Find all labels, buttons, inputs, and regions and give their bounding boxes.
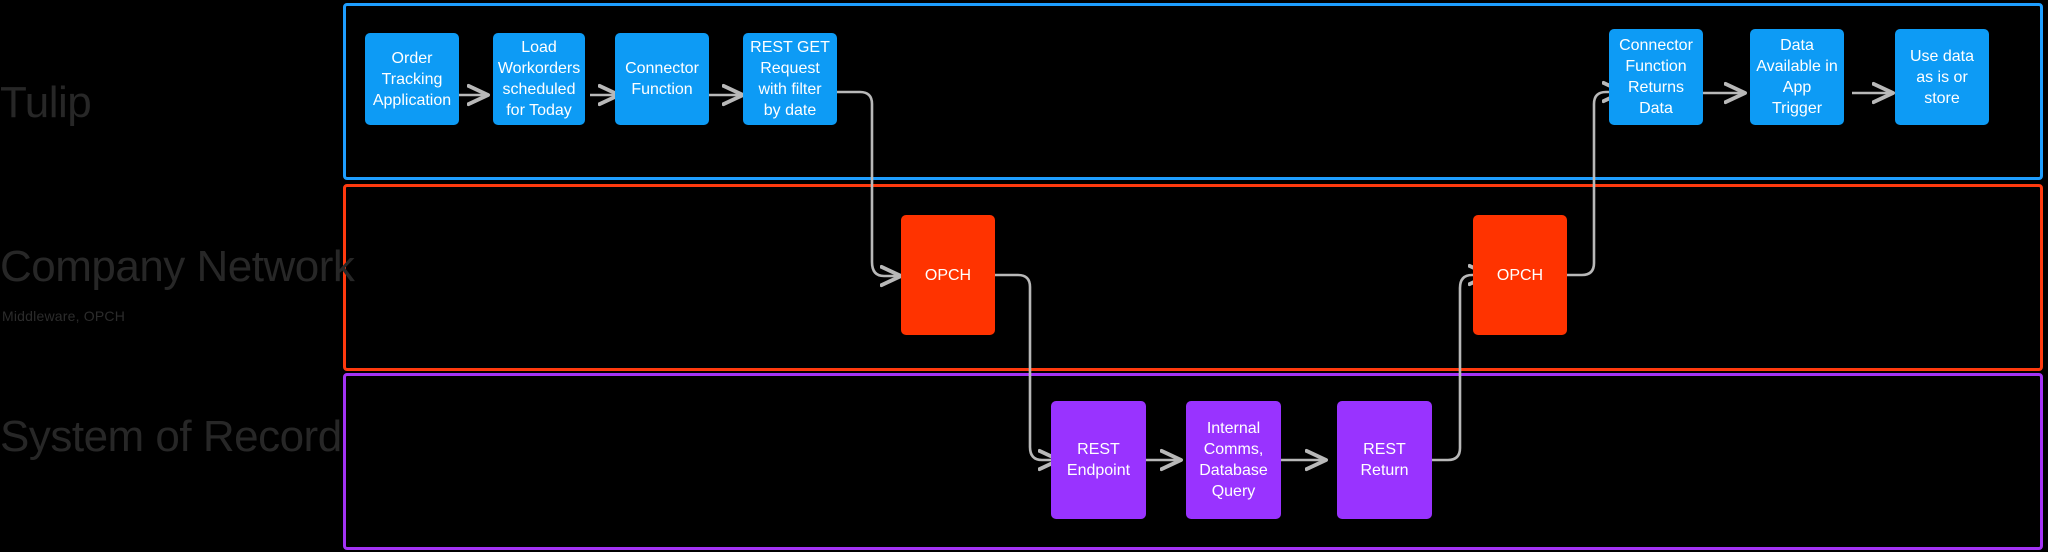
lane-label-company-network: Company Network: [0, 242, 355, 291]
node-use-data-as-is-or-store[interactable]: Use data as is or store: [1895, 29, 1989, 125]
node-load-workorders-scheduled-for-today[interactable]: Load Workorders scheduled for Today: [493, 33, 585, 125]
node-internal-comms-database-query[interactable]: Internal Comms, Database Query: [1186, 401, 1281, 519]
node-rest-get-request-with-filter-by-date[interactable]: REST GET Request with filter by date: [743, 33, 837, 125]
node-opch-outbound[interactable]: OPCH: [901, 215, 995, 335]
node-opch-inbound[interactable]: OPCH: [1473, 215, 1567, 335]
lane-subtitle-company-network: Middleware, OPCH: [2, 308, 126, 324]
diagram-canvas: Tulip Company Network Middleware, OPCH S…: [0, 0, 2048, 552]
lane-company-network: [343, 184, 2043, 371]
node-connector-function-returns-data[interactable]: Connector Function Returns Data: [1609, 29, 1703, 125]
lane-label-system-of-record: System of Record: [0, 412, 342, 461]
node-rest-return[interactable]: REST Return: [1337, 401, 1432, 519]
node-data-available-in-app-trigger[interactable]: Data Available in App Trigger: [1750, 29, 1844, 125]
node-rest-endpoint[interactable]: REST Endpoint: [1051, 401, 1146, 519]
node-order-tracking-application[interactable]: Order Tracking Application: [365, 33, 459, 125]
lane-label-tulip: Tulip: [0, 78, 92, 127]
node-connector-function[interactable]: Connector Function: [615, 33, 709, 125]
